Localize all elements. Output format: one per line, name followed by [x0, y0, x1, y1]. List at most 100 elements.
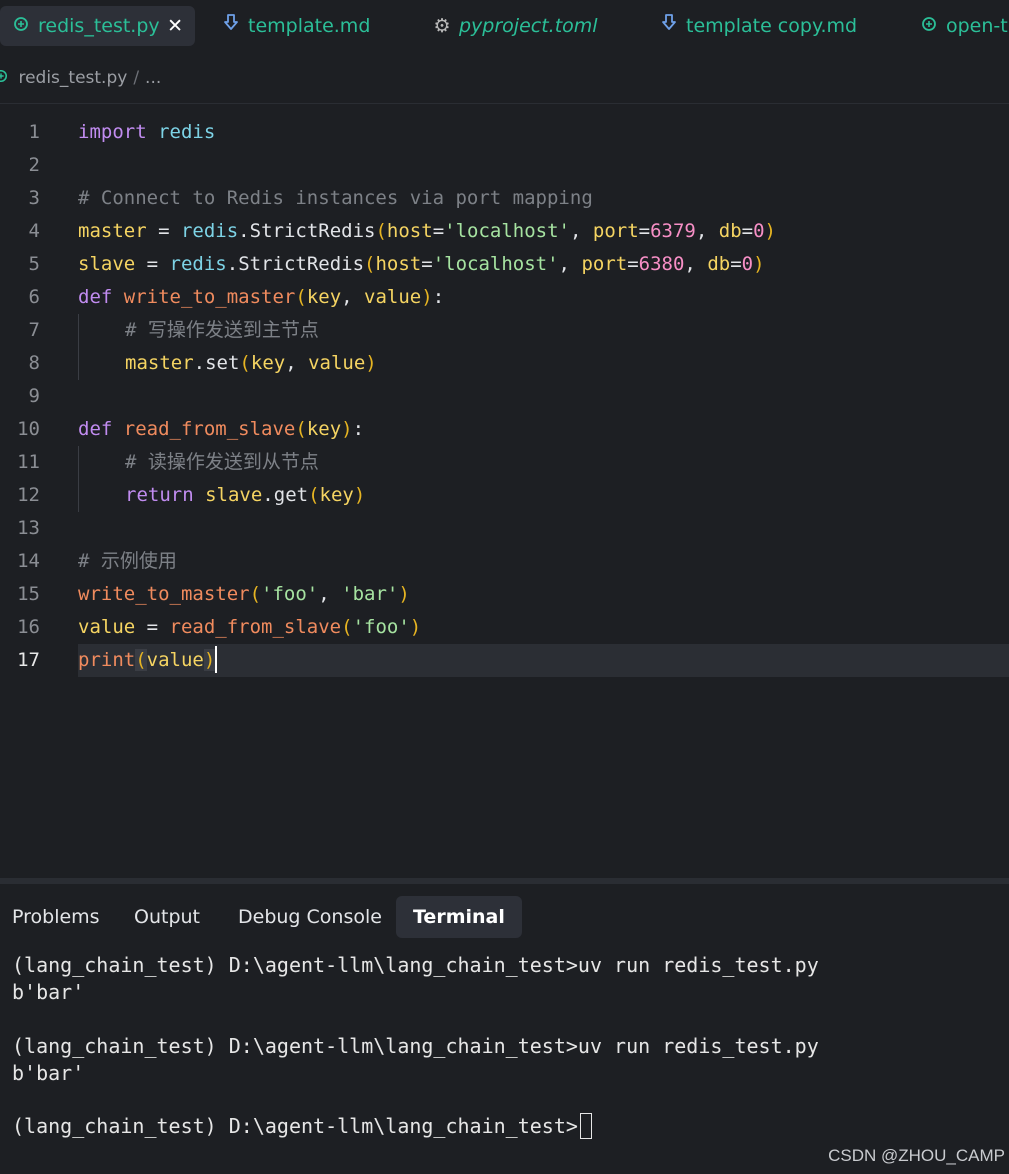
code-line-10: def read_from_slave(key): [78, 413, 364, 446]
terminal-cursor [579, 1112, 592, 1139]
comment: # 读操作发送到从节点 [125, 451, 319, 473]
module-name: redis [169, 253, 227, 275]
tab-pyproject-toml[interactable]: ⚙ pyproject.toml [433, 6, 597, 46]
code-line-16: value = read_from_slave('foo') [78, 611, 421, 644]
line-number: 1 [28, 121, 40, 143]
paren: ) [203, 649, 216, 671]
variable: slave [205, 484, 263, 506]
paren: ( [308, 484, 320, 506]
keyword: return [125, 484, 194, 506]
tab-debug-console[interactable]: Debug Console [238, 896, 382, 938]
paren: ( [364, 253, 376, 275]
terminal-output: b'bar' [12, 1061, 85, 1085]
code-line-1: import redis [78, 116, 215, 149]
tab-problems[interactable]: Problems [12, 896, 100, 938]
current-line-highlight [78, 644, 1009, 677]
keyword: import [78, 121, 147, 143]
line-number-current: 17 [17, 649, 40, 671]
editor-tab-bar: redis_test.py ✕ template.md ⚙ pyproject.t… [0, 0, 1009, 54]
paren: ( [295, 418, 307, 440]
parameter: key [306, 286, 342, 308]
string: 'bar' [341, 583, 399, 605]
paren: ) [353, 484, 366, 506]
punct: , [558, 253, 582, 275]
variable: value [78, 616, 136, 638]
tab-redis-test-py[interactable]: redis_test.py ✕ [0, 6, 195, 46]
breadcrumb-file[interactable]: redis_test.py [18, 68, 127, 88]
text-cursor [215, 645, 218, 673]
python-icon [920, 6, 938, 46]
paren: ) [341, 418, 353, 440]
operator: = [638, 220, 651, 242]
terminal-prompt-line[interactable]: (lang_chain_test) D:\agent-llm\lang_chai… [12, 1112, 592, 1140]
parameter: value [308, 352, 366, 374]
divider [0, 103, 1009, 104]
comment: # Connect to Redis instances via port ma… [78, 187, 593, 209]
number: 0 [753, 220, 765, 242]
code-line-4: master = redis.StrictRedis(host='localho… [78, 215, 776, 248]
code-line-15: write_to_master('foo', 'bar') [78, 578, 410, 611]
string: 'localhost' [432, 253, 559, 275]
paren: ( [249, 583, 262, 605]
punct: , [695, 220, 719, 242]
tab-template-copy-md[interactable]: template copy.md [660, 6, 857, 46]
module-name: redis [180, 220, 239, 242]
punct: . [193, 352, 206, 374]
terminal-line: (lang_chain_test) D:\agent-llm\lang_chai… [12, 1034, 819, 1058]
operator: = [627, 253, 639, 275]
kwarg: db [707, 253, 731, 275]
tab-terminal[interactable]: Terminal [396, 896, 522, 938]
punct: . [226, 253, 239, 275]
punct: , [684, 253, 708, 275]
watermark: CSDN @ZHOU_CAMP [828, 1146, 1005, 1165]
parameter: key [250, 352, 286, 374]
kwarg: db [718, 220, 742, 242]
kwarg: port [581, 253, 628, 275]
class-name: StrictRedis [249, 220, 376, 242]
variable: master [125, 352, 194, 374]
punct: , [569, 220, 593, 242]
tab-output[interactable]: Output [134, 896, 200, 938]
variable: value [146, 649, 204, 671]
terminal-output: b'bar' [12, 980, 85, 1004]
code-line-8: master.set(key, value) [125, 347, 377, 380]
parameter: value [364, 286, 422, 308]
class-name: StrictRedis [238, 253, 365, 275]
comment: # 写操作发送到主节点 [125, 319, 319, 341]
line-number: 8 [28, 352, 40, 374]
terminal-line: (lang_chain_test) D:\agent-llm\lang_chai… [12, 953, 819, 977]
code-line-14: # 示例使用 [78, 545, 177, 578]
punct: , [285, 352, 309, 374]
download-icon [660, 6, 678, 46]
tab-label: template.md [248, 15, 371, 37]
operator: = [432, 220, 445, 242]
gear-icon: ⚙ [433, 15, 451, 37]
kwarg: host [386, 220, 433, 242]
punct: . [238, 220, 250, 242]
paren: ( [341, 616, 353, 638]
paren: ( [375, 220, 387, 242]
operator: = [146, 220, 181, 242]
breadcrumb-more[interactable]: ... [145, 68, 161, 88]
python-icon [0, 69, 12, 87]
line-number: 15 [17, 583, 40, 605]
method-name: get [273, 484, 309, 506]
download-icon [222, 6, 240, 46]
close-icon[interactable]: ✕ [167, 6, 183, 46]
breadcrumb-separator: / [133, 68, 140, 88]
method-name: set [205, 352, 240, 374]
operator: = [730, 253, 742, 275]
string: 'foo' [261, 583, 319, 605]
indent-guide [78, 446, 79, 512]
operator: = [135, 616, 170, 638]
code-line-5: slave = redis.StrictRedis(host='localhos… [78, 248, 765, 281]
paren: ) [365, 352, 377, 374]
number: 6380 [638, 253, 685, 275]
line-number: 12 [17, 484, 40, 506]
tab-template-md[interactable]: template.md [222, 6, 370, 46]
code-editor[interactable]: 1 2 3 4 5 6 7 8 9 10 11 12 13 14 15 16 1… [0, 116, 1009, 876]
paren: ) [421, 286, 433, 308]
python-icon [12, 6, 30, 46]
tab-open-t[interactable]: open-t [920, 6, 1008, 46]
tab-label: template copy.md [686, 15, 858, 37]
